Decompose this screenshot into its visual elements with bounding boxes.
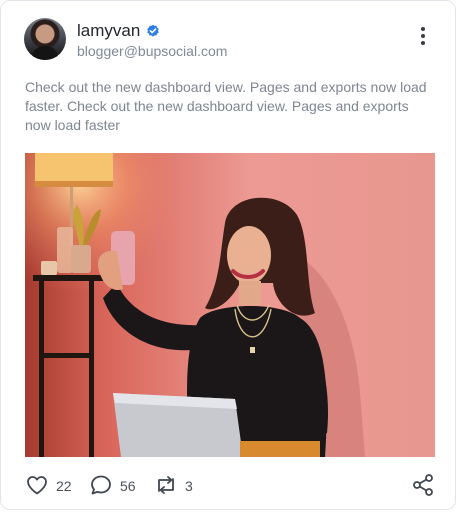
author-row: lamyvan	[77, 21, 160, 41]
comment-icon[interactable]	[89, 473, 113, 497]
repost-count: 3	[185, 478, 193, 494]
author-name[interactable]: lamyvan	[77, 21, 140, 41]
like-count: 22	[56, 478, 72, 494]
heart-icon[interactable]	[25, 473, 49, 497]
avatar[interactable]	[24, 18, 66, 60]
comment-count: 56	[120, 478, 136, 494]
post-image-illustration	[25, 153, 435, 457]
share-icon[interactable]	[411, 473, 435, 497]
verified-badge-icon	[147, 24, 160, 37]
post-text: Check out the new dashboard view. Pages …	[25, 79, 427, 133]
author-handle: blogger@bupsocial.com	[77, 43, 228, 59]
more-vertical-icon[interactable]	[415, 27, 431, 51]
repost-icon[interactable]	[153, 473, 179, 497]
post-card: lamyvan blogger@bupsocial.com Check out …	[0, 0, 456, 510]
post-image[interactable]	[25, 153, 435, 457]
